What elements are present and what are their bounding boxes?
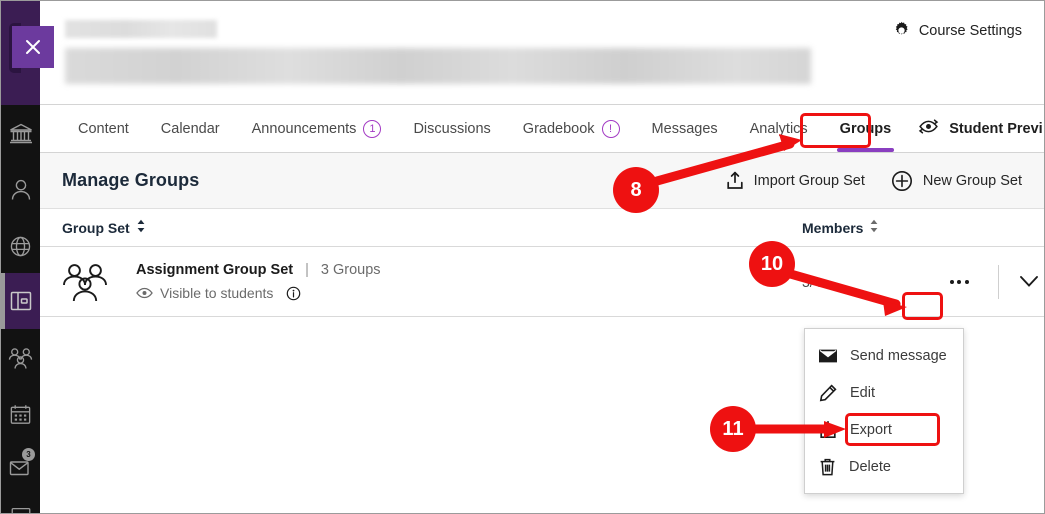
menu-item-send-message[interactable]: Send message — [805, 337, 963, 374]
course-settings-label: Course Settings — [918, 22, 1022, 39]
tab-label: Calendar — [160, 120, 220, 137]
sidebar-item-activity-stream[interactable] — [1, 223, 40, 269]
active-tab-underline — [836, 148, 895, 152]
group-set-name: Assignment Group Set — [136, 262, 294, 278]
table-row[interactable]: Assignment Group Set | 3 Groups Visible … — [40, 247, 1044, 317]
row-context-menu: Send message Edit Export Delete — [804, 328, 964, 494]
plus-circle-icon — [891, 170, 913, 192]
course-header: Course Settings — [40, 1, 1044, 105]
tab-label: Announcements — [251, 120, 357, 137]
tab-label: Analytics — [749, 120, 808, 137]
trash-icon — [819, 458, 836, 476]
highlight-export — [845, 413, 940, 446]
sort-arrows-icon — [136, 219, 146, 236]
tab-messages[interactable]: Messages — [636, 105, 734, 152]
course-nav-tabs: Content Calendar Announcements 1 Discuss… — [40, 105, 1044, 153]
column-header-members[interactable]: Members — [802, 219, 879, 236]
tab-gradebook[interactable]: Gradebook ! — [507, 105, 636, 152]
tab-content[interactable]: Content — [62, 105, 145, 152]
menu-item-edit[interactable]: Edit — [805, 374, 963, 411]
step-badge-8: 8 — [613, 167, 659, 213]
redacted-course-label — [65, 20, 217, 38]
row-visibility: Visible to students — [136, 285, 381, 301]
group-sets-table: Group Set Members Assignment Group Set |… — [40, 209, 1044, 317]
menu-item-label: Send message — [850, 347, 947, 364]
column-header-group-set[interactable]: Group Set — [62, 219, 146, 236]
members-count: 3/4 — [802, 273, 822, 290]
student-preview-label: Student Previ — [949, 120, 1043, 137]
sort-arrows-icon — [869, 219, 879, 236]
row-title-line: Assignment Group Set | 3 Groups — [136, 262, 381, 278]
page-header: Manage Groups Import Group Set New Group… — [40, 153, 1044, 209]
sidebar-item-institution[interactable] — [1, 111, 40, 157]
table-header-row: Group Set Members — [40, 209, 1044, 247]
announcements-badge: 1 — [363, 119, 382, 138]
menu-item-label: Delete — [849, 458, 891, 475]
tab-calendar[interactable]: Calendar — [145, 105, 236, 152]
sidebar-item-grades[interactable] — [1, 493, 40, 513]
sidebar-item-profile[interactable] — [1, 167, 40, 213]
tab-label: Messages — [651, 120, 718, 137]
tab-label: Gradebook — [522, 120, 595, 137]
student-preview-icon — [917, 117, 940, 140]
column-label: Members — [802, 219, 864, 236]
left-nav-rail: 3 — [1, 1, 54, 513]
page-title: Manage Groups — [62, 170, 200, 190]
tab-discussions[interactable]: Discussions — [397, 105, 506, 152]
sidebar-item-calendar[interactable] — [1, 391, 40, 437]
more-options-icon[interactable] — [940, 269, 978, 295]
close-icon[interactable] — [12, 26, 54, 68]
row-action-divider — [998, 265, 999, 299]
sidebar-item-courses[interactable] — [1, 278, 40, 324]
upload-icon — [726, 171, 744, 190]
eye-icon — [136, 287, 153, 299]
download-icon — [819, 420, 837, 439]
gear-icon — [892, 21, 911, 40]
pencil-icon — [819, 383, 837, 402]
chevron-down-icon[interactable] — [1012, 265, 1044, 299]
group-people-icon — [62, 262, 114, 302]
import-group-set-button[interactable]: Import Group Set — [726, 171, 865, 190]
import-group-set-label: Import Group Set — [753, 172, 865, 189]
tab-announcements[interactable]: Announcements 1 — [236, 105, 398, 152]
messages-badge: 3 — [22, 448, 35, 461]
visibility-label: Visible to students — [160, 285, 274, 301]
student-preview-button[interactable]: Student Previ — [907, 117, 1044, 140]
step-badge-10: 10 — [749, 241, 795, 287]
sidebar-item-organizations[interactable] — [1, 335, 40, 381]
tab-label: Content — [78, 120, 129, 137]
groups-count: 3 Groups — [320, 262, 381, 278]
app-window: 3 Course Settings Content Calendar Annou… — [0, 0, 1045, 514]
separator: | — [305, 262, 309, 278]
page-actions: Import Group Set New Group Set — [726, 170, 1022, 192]
row-info: Assignment Group Set | 3 Groups Visible … — [136, 262, 381, 301]
menu-item-delete[interactable]: Delete — [805, 448, 963, 485]
gradebook-badge: ! — [601, 119, 620, 138]
column-label: Group Set — [62, 219, 130, 236]
menu-item-label: Edit — [850, 384, 875, 401]
redacted-course-title — [65, 48, 811, 84]
new-group-set-label: New Group Set — [922, 172, 1022, 189]
tab-label: Discussions — [413, 120, 491, 137]
envelope-icon — [819, 349, 837, 363]
info-icon[interactable] — [286, 286, 301, 301]
new-group-set-button[interactable]: New Group Set — [891, 170, 1022, 192]
highlight-more-options — [902, 292, 943, 320]
highlight-groups-tab — [800, 113, 871, 148]
step-badge-11: 11 — [710, 406, 756, 452]
course-settings-button[interactable]: Course Settings — [892, 21, 1022, 40]
